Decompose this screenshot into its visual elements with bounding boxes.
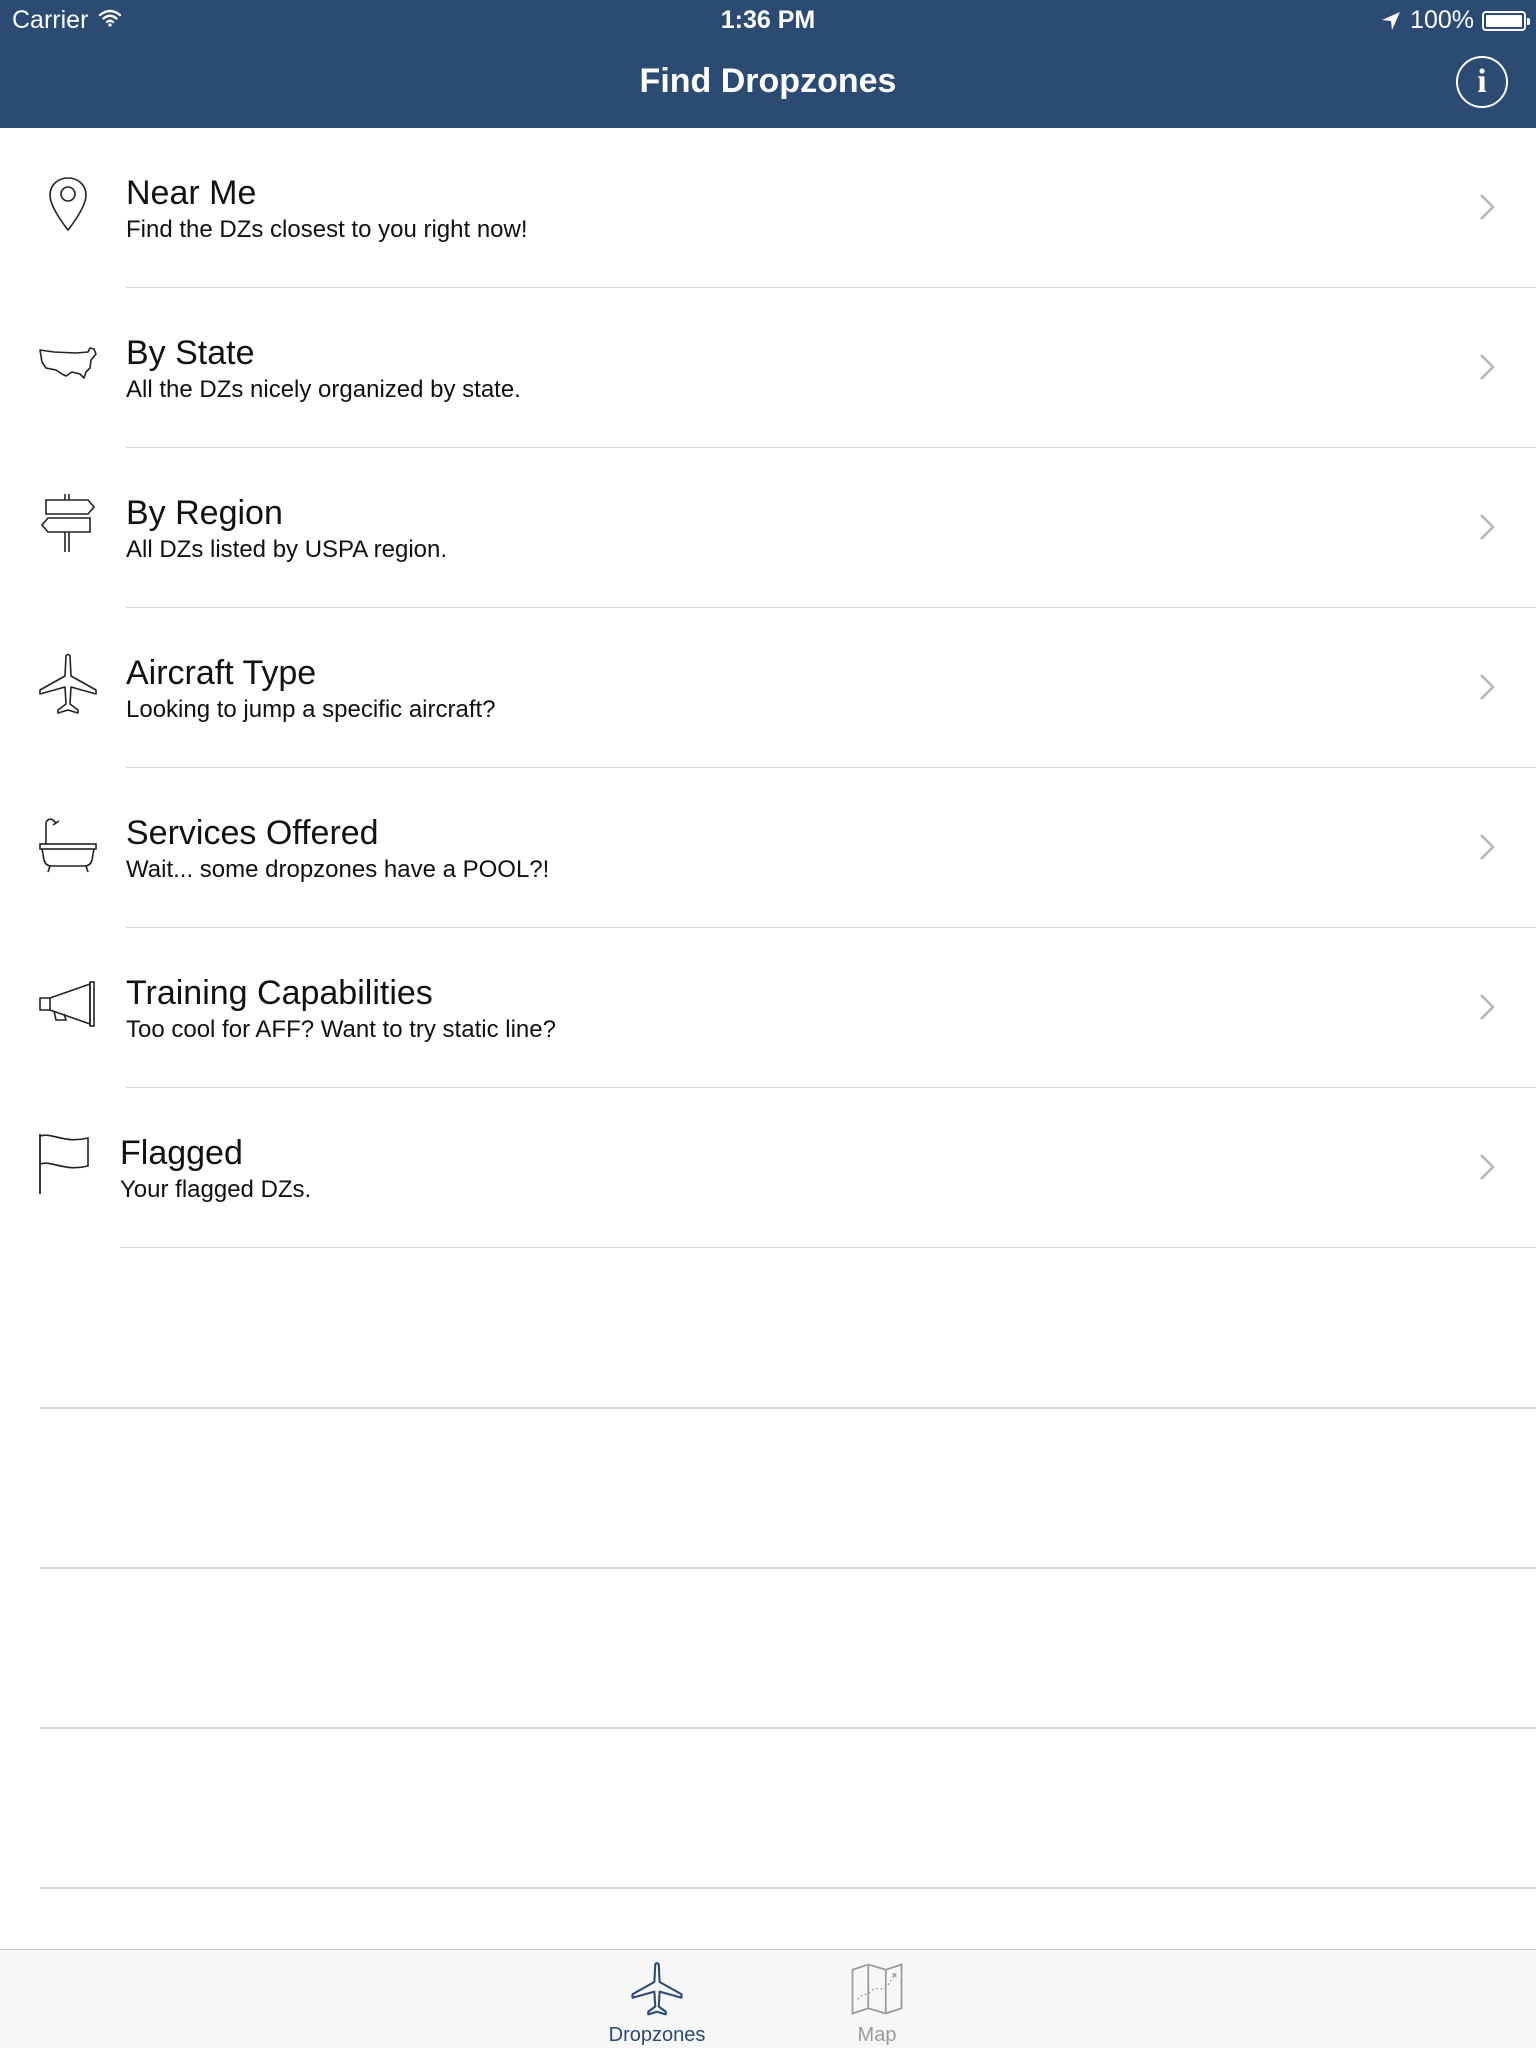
menu-item-near-me[interactable]: Near Me Find the DZs closest to you righ… [0,128,1536,288]
location-arrow-icon [1382,11,1401,30]
tab-label: Dropzones [608,2024,706,2046]
battery-percent: 100% [1410,6,1474,34]
tab-dropzones[interactable]: Dropzones [587,1960,727,2047]
chevron-right-icon [1480,354,1495,380]
airplane-icon [39,653,97,714]
chevron-right-icon [1480,834,1495,860]
battery-icon [1482,10,1530,31]
menu-item-subtitle: Wait... some dropzones have a POOL?! [126,856,550,883]
bathtub-icon [39,818,97,873]
megaphone-icon [39,981,95,1027]
menu-item-subtitle: All the DZs nicely organized by state. [126,376,521,403]
signpost-icon [40,494,96,552]
chevron-right-icon [1480,514,1495,540]
menu-item-title: Near Me [126,174,257,212]
empty-row-separator [40,1407,1536,1409]
airplane-icon [631,1962,683,2016]
empty-row-separator [40,1727,1536,1729]
status-bar: Carrier 1:36 PM 100% [0,0,1536,40]
menu-item-subtitle: Looking to jump a specific aircraft? [126,696,496,723]
info-button[interactable]: i [1456,56,1508,108]
menu-item-title: By Region [126,494,283,532]
navigation-bar: Carrier 1:36 PM 100% Find Dropzones i [0,0,1536,128]
menu-item-subtitle: Find the DZs closest to you right now! [126,216,528,243]
chevron-right-icon [1480,1154,1495,1180]
page-title: Find Dropzones [639,62,897,100]
menu-item-title: Services Offered [126,814,379,852]
chevron-right-icon [1480,194,1495,220]
dropzone-menu-list: Near Me Find the DZs closest to you righ… [0,128,1536,1248]
menu-item-title: Aircraft Type [126,654,317,692]
menu-item-by-state[interactable]: By State All the DZs nicely organized by… [0,288,1536,448]
battery-indicator: 100% [1380,6,1530,35]
menu-item-title: By State [126,334,255,372]
info-icon: i [1477,63,1487,100]
chevron-right-icon [1480,674,1495,700]
menu-item-subtitle: Your flagged DZs. [120,1176,312,1203]
flag-icon [39,1134,89,1194]
status-time: 1:36 PM [720,6,816,34]
empty-row-separator [40,1567,1536,1569]
chevron-right-icon [1480,994,1495,1020]
tab-label: Map [857,2024,897,2046]
menu-item-title: Flagged [120,1134,243,1172]
menu-item-services-offered[interactable]: Services Offered Wait... some dropzones … [0,768,1536,928]
folded-map-icon [851,1963,903,2015]
menu-item-subtitle: All DZs listed by USPA region. [126,536,448,563]
tab-bar: Dropzones Map [0,1949,1536,2048]
menu-item-training-capabilities[interactable]: Training Capabilities Too cool for AFF? … [0,928,1536,1088]
menu-item-title: Training Capabilities [126,974,433,1012]
usa-map-icon [39,347,97,379]
map-pin-icon [49,177,87,232]
menu-item-subtitle: Too cool for AFF? Want to try static lin… [126,1016,556,1043]
menu-item-flagged[interactable]: Flagged Your flagged DZs. [0,1088,1536,1248]
menu-item-aircraft-type[interactable]: Aircraft Type Looking to jump a specific… [0,608,1536,768]
menu-item-by-region[interactable]: By Region All DZs listed by USPA region. [0,448,1536,608]
empty-row-separator [40,1887,1536,1889]
row-separator [120,1246,1536,1248]
tab-map[interactable]: Map [807,1960,947,2047]
